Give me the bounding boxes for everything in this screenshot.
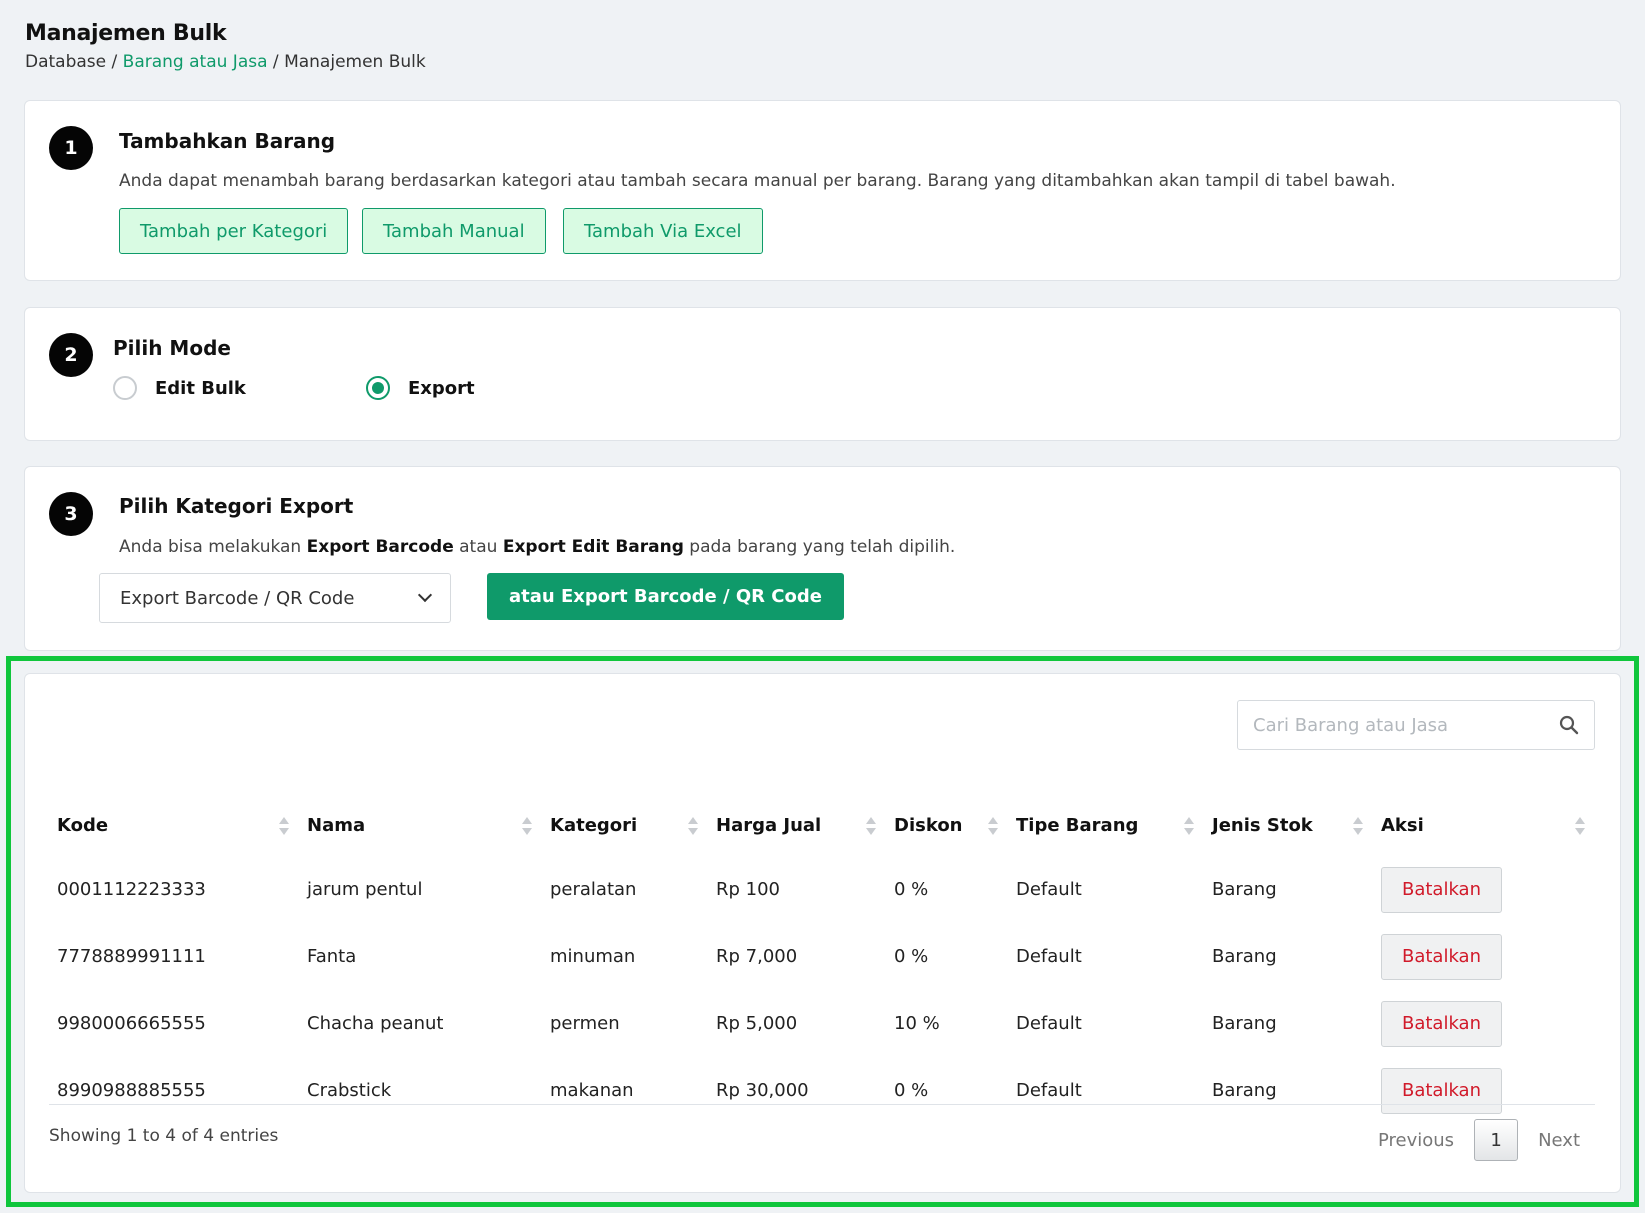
sort-icon[interactable]: [688, 817, 698, 835]
step2-card: 2 Pilih Mode Edit Bulk Export: [24, 307, 1621, 441]
search-icon[interactable]: [1559, 715, 1579, 735]
items-table: Kode Nama Kategori Harga Jual Diskon Tip…: [49, 794, 1595, 1124]
sort-icon[interactable]: [988, 817, 998, 835]
step-number: 3: [49, 492, 93, 536]
breadcrumb-database: Database: [25, 52, 107, 72]
cell-harga: Rp 30,000: [716, 1080, 809, 1101]
cell-tipe: Default: [1016, 1013, 1082, 1034]
step-description: Anda bisa melakukan Export Barcode atau …: [119, 537, 956, 557]
page-1-button[interactable]: 1: [1474, 1119, 1519, 1161]
previous-page-button[interactable]: Previous: [1378, 1130, 1454, 1151]
sort-icon[interactable]: [1575, 817, 1585, 835]
cell-kategori: permen: [550, 1013, 620, 1034]
export-category-value: Export Barcode / QR Code: [120, 587, 355, 609]
table-header-row: Kode Nama Kategori Harga Jual Diskon Tip…: [49, 794, 1595, 856]
cell-nama: jarum pentul: [307, 879, 423, 900]
edit-bulk-label: Edit Bulk: [155, 377, 246, 399]
page-title: Manajemen Bulk: [25, 21, 227, 46]
cell-aksi: Batalkan: [1373, 923, 1595, 990]
sort-icon[interactable]: [279, 817, 289, 835]
cell-harga: Rp 7,000: [716, 946, 798, 967]
cell-kode: 0001112223333: [57, 879, 206, 900]
items-table-card: Kode Nama Kategori Harga Jual Diskon Tip…: [24, 673, 1621, 1193]
cell-diskon: 0 %: [894, 946, 929, 967]
page-header: Manajemen Bulk Database / Barang atau Ja…: [25, 21, 426, 72]
step-number: 2: [49, 333, 93, 377]
next-page-button[interactable]: Next: [1538, 1130, 1580, 1151]
cancel-button[interactable]: Batalkan: [1381, 933, 1502, 980]
column-header-aksi[interactable]: Aksi: [1373, 794, 1595, 856]
table-row: 9980006665555 Chacha peanut permen Rp 5,…: [49, 990, 1595, 1057]
cell-kategori: makanan: [550, 1080, 634, 1101]
cell-tipe: Default: [1016, 946, 1082, 967]
column-header-diskon[interactable]: Diskon: [886, 794, 1008, 856]
cell-kode: 9980006665555: [57, 1013, 206, 1034]
table-row: 7778889991111 Fanta minuman Rp 7,000 0 %…: [49, 923, 1595, 990]
cell-nama: Chacha peanut: [307, 1013, 444, 1034]
cell-jenis: Barang: [1212, 1080, 1277, 1101]
add-via-excel-button[interactable]: Tambah Via Excel: [563, 208, 763, 254]
column-header-harga-jual[interactable]: Harga Jual: [708, 794, 886, 856]
add-manual-button[interactable]: Tambah Manual: [362, 208, 546, 254]
cell-diskon: 0 %: [894, 879, 929, 900]
chevron-down-icon: [417, 587, 433, 603]
cell-harga: Rp 5,000: [716, 1013, 798, 1034]
cancel-button[interactable]: Batalkan: [1381, 1000, 1502, 1047]
cell-aksi: Batalkan: [1373, 1057, 1595, 1124]
step3-card: 3 Pilih Kategori Export Anda bisa melaku…: [24, 466, 1621, 651]
step-title: Pilih Kategori Export: [119, 494, 354, 518]
search-box[interactable]: [1237, 700, 1595, 750]
export-label: Export: [408, 377, 475, 399]
table-row: 8990988885555 Crabstick makanan Rp 30,00…: [49, 1057, 1595, 1124]
step-title: Pilih Mode: [113, 336, 231, 360]
step-number: 1: [49, 126, 93, 170]
add-by-category-button[interactable]: Tambah per Kategori: [119, 208, 349, 254]
cell-harga: Rp 100: [716, 879, 781, 900]
column-header-kategori[interactable]: Kategori: [542, 794, 708, 856]
column-header-tipe-barang[interactable]: Tipe Barang: [1008, 794, 1204, 856]
table-info: Showing 1 to 4 of 4 entries: [49, 1126, 279, 1146]
cell-kode: 7778889991111: [57, 946, 206, 967]
cell-jenis: Barang: [1212, 1013, 1277, 1034]
cell-nama: Fanta: [307, 946, 357, 967]
cell-tipe: Default: [1016, 1080, 1082, 1101]
step-description: Anda dapat menambah barang berdasarkan k…: [119, 171, 1396, 191]
pagination: Previous 1 Next: [1378, 1119, 1580, 1161]
column-header-jenis-stok[interactable]: Jenis Stok: [1204, 794, 1373, 856]
cell-diskon: 10 %: [894, 1013, 940, 1034]
cell-jenis: Barang: [1212, 946, 1277, 967]
export-category-select[interactable]: Export Barcode / QR Code: [99, 573, 451, 623]
cell-aksi: Batalkan: [1373, 856, 1595, 923]
mode-edit-bulk-option[interactable]: Edit Bulk: [113, 376, 246, 400]
mode-export-option[interactable]: Export: [366, 376, 475, 400]
column-header-kode[interactable]: Kode: [49, 794, 299, 856]
sort-icon[interactable]: [1353, 817, 1363, 835]
search-input[interactable]: [1253, 714, 1553, 736]
cancel-button[interactable]: Batalkan: [1381, 866, 1502, 913]
breadcrumb-barang-link[interactable]: Barang atau Jasa: [123, 52, 268, 72]
cell-nama: Crabstick: [307, 1080, 392, 1101]
column-header-nama[interactable]: Nama: [299, 794, 542, 856]
cell-kategori: minuman: [550, 946, 636, 967]
export-barcode-button[interactable]: atau Export Barcode / QR Code: [487, 573, 844, 620]
cell-kode: 8990988885555: [57, 1080, 206, 1101]
cell-tipe: Default: [1016, 879, 1082, 900]
sort-icon[interactable]: [522, 817, 532, 835]
cell-diskon: 0 %: [894, 1080, 929, 1101]
cell-aksi: Batalkan: [1373, 990, 1595, 1057]
step1-card: 1 Tambahkan Barang Anda dapat menambah b…: [24, 100, 1621, 281]
step-title: Tambahkan Barang: [119, 129, 336, 153]
edit-bulk-radio[interactable]: [113, 376, 137, 400]
export-radio[interactable]: [366, 376, 390, 400]
cell-kategori: peralatan: [550, 879, 637, 900]
breadcrumb-current: Manajemen Bulk: [284, 52, 426, 72]
sort-icon[interactable]: [1184, 817, 1194, 835]
sort-icon[interactable]: [866, 817, 876, 835]
breadcrumb: Database / Barang atau Jasa / Manajemen …: [25, 52, 426, 72]
cancel-button[interactable]: Batalkan: [1381, 1067, 1502, 1114]
table-row: 0001112223333 jarum pentul peralatan Rp …: [49, 856, 1595, 923]
cell-jenis: Barang: [1212, 879, 1277, 900]
table-divider: [49, 1104, 1595, 1105]
